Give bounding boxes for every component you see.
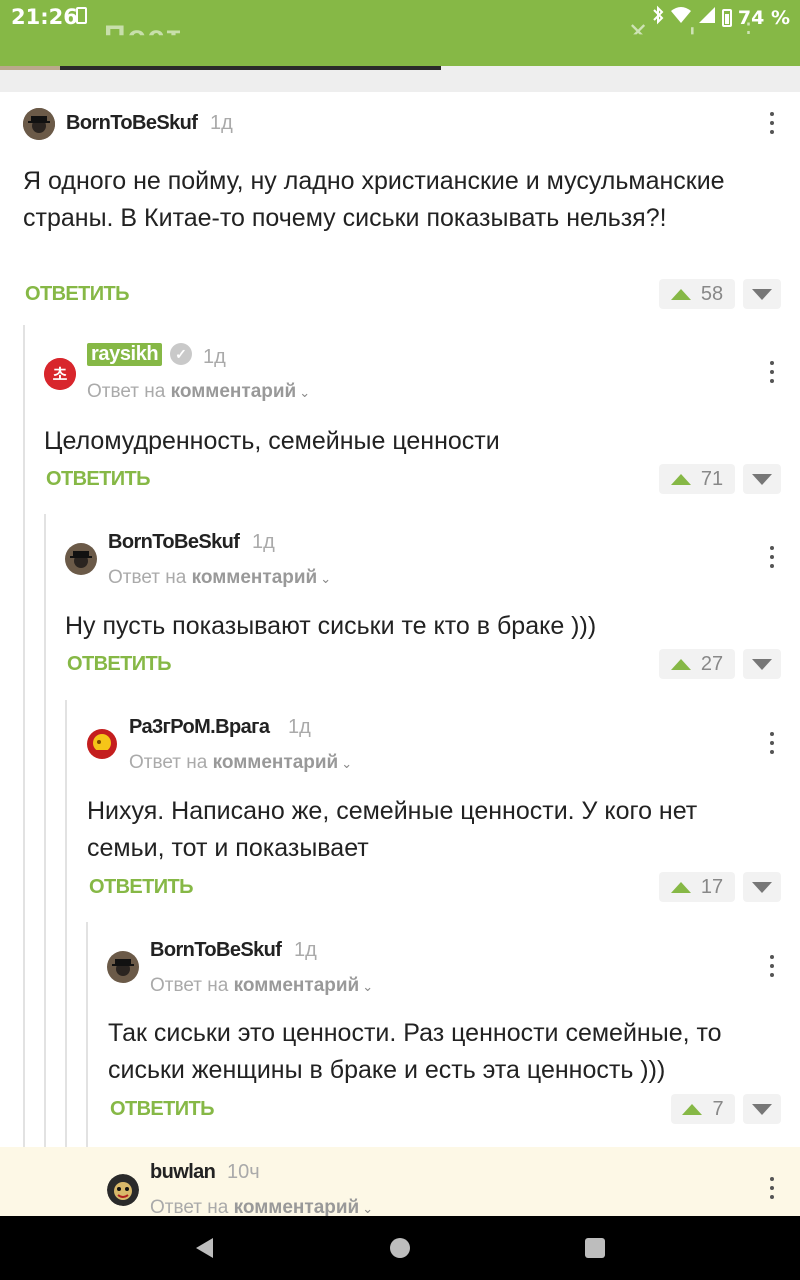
avatar[interactable] bbox=[86, 728, 118, 760]
avatar[interactable] bbox=[65, 543, 97, 575]
comment-text: Нихуя. Написано же, семейные ценности. У… bbox=[87, 797, 698, 862]
verified-icon: ✓ bbox=[170, 343, 192, 365]
more-options-icon[interactable] bbox=[769, 732, 775, 754]
upvote-button[interactable]: 71 bbox=[659, 464, 735, 494]
reply-to-link[interactable]: Ответ на комментарий ⌄ bbox=[108, 567, 331, 589]
downvote-button[interactable] bbox=[743, 872, 781, 902]
navigation-bar bbox=[0, 1216, 800, 1280]
back-icon[interactable] bbox=[196, 1238, 213, 1258]
close-icon[interactable]: ✕ bbox=[628, 18, 648, 34]
downvote-icon bbox=[752, 288, 772, 300]
more-options-icon[interactable] bbox=[769, 546, 775, 568]
app-bar-title: Пост bbox=[104, 20, 183, 53]
thread-line bbox=[23, 325, 25, 1225]
comment-username[interactable]: BornToBeSkuf bbox=[66, 112, 198, 135]
reply-button[interactable]: ОТВЕТИТЬ bbox=[25, 283, 130, 306]
chevron-down-icon: ⌄ bbox=[362, 979, 374, 994]
comment-username[interactable]: BornToBeSkuf bbox=[108, 531, 240, 554]
avatar[interactable] bbox=[107, 951, 139, 983]
vote-count: 58 bbox=[700, 282, 724, 305]
bluetooth-icon bbox=[652, 5, 664, 31]
upvote-icon bbox=[682, 1103, 703, 1115]
downvote-button[interactable] bbox=[743, 279, 781, 309]
status-bar: 21:26 Пост ✕ ⭳ ⋮ 74 % bbox=[0, 0, 800, 66]
more-options-icon[interactable] bbox=[769, 112, 775, 134]
vote-count: 7 bbox=[712, 1097, 724, 1120]
reply-button[interactable]: ОТВЕТИТЬ bbox=[89, 876, 194, 899]
comment-text: Я одного не пойму, ну ладно христианские… bbox=[23, 167, 725, 232]
comment-text: Так сиськи это ценности. Раз ценности се… bbox=[108, 1019, 722, 1084]
downvote-button[interactable] bbox=[743, 1094, 781, 1124]
comment-time: 1д bbox=[210, 112, 233, 134]
more-options-icon[interactable] bbox=[769, 361, 775, 383]
sim-icon bbox=[76, 7, 87, 24]
downvote-button[interactable] bbox=[743, 464, 781, 494]
post-image-strip bbox=[0, 66, 800, 92]
more-options-icon[interactable] bbox=[769, 955, 775, 977]
reply-button[interactable]: ОТВЕТИТЬ bbox=[67, 653, 172, 676]
status-time: 21:26 bbox=[11, 5, 78, 29]
chevron-down-icon: ⌄ bbox=[320, 571, 332, 586]
recent-apps-icon[interactable] bbox=[585, 1238, 605, 1258]
wifi-icon bbox=[670, 6, 692, 30]
reply-button[interactable]: ОТВЕТИТЬ bbox=[46, 468, 151, 491]
avatar[interactable]: 초 bbox=[44, 358, 76, 390]
vote-count: 17 bbox=[700, 875, 724, 898]
reply-button[interactable]: ОТВЕТИТЬ bbox=[110, 1098, 215, 1121]
downvote-icon bbox=[752, 1103, 772, 1115]
comment-text: Ну пусть показывают сиськи те кто в брак… bbox=[65, 612, 597, 640]
avatar[interactable] bbox=[23, 108, 55, 140]
comment-username[interactable]: raysikh bbox=[87, 343, 163, 366]
reply-to-link[interactable]: Ответ на комментарий ⌄ bbox=[150, 975, 373, 997]
thread-line bbox=[44, 514, 46, 1225]
chevron-down-icon: ⌄ bbox=[362, 1201, 374, 1216]
vote-count: 71 bbox=[700, 467, 724, 490]
reply-to-link[interactable]: Ответ на комментарий ⌄ bbox=[87, 381, 310, 403]
signal-icon bbox=[698, 6, 716, 30]
home-icon[interactable] bbox=[390, 1238, 410, 1258]
upvote-button[interactable]: 58 bbox=[659, 279, 735, 309]
downvote-button[interactable] bbox=[743, 649, 781, 679]
chevron-down-icon: ⌄ bbox=[341, 756, 353, 771]
avatar[interactable] bbox=[107, 1174, 139, 1206]
svg-text:초: 초 bbox=[53, 365, 68, 384]
chevron-down-icon: ⌄ bbox=[299, 385, 311, 400]
battery-percent: 74 % bbox=[737, 7, 790, 29]
status-icons: 74 % bbox=[652, 5, 790, 31]
reply-to-link[interactable]: Ответ на комментарий ⌄ bbox=[129, 752, 352, 774]
comment-time: 1д bbox=[252, 531, 275, 553]
upvote-icon bbox=[670, 473, 691, 485]
upvote-icon bbox=[670, 881, 691, 893]
upvote-icon bbox=[670, 288, 691, 300]
upvote-button[interactable]: 7 bbox=[671, 1094, 735, 1124]
vote-count: 27 bbox=[700, 652, 724, 675]
upvote-button[interactable]: 27 bbox=[659, 649, 735, 679]
more-options-icon[interactable] bbox=[769, 1177, 775, 1199]
comment-username[interactable]: BornToBeSkuf bbox=[150, 939, 282, 962]
comment-username[interactable]: Ра3гРоМ.Врага bbox=[129, 716, 270, 739]
upvote-button[interactable]: 17 bbox=[659, 872, 735, 902]
comment-time: 1д bbox=[294, 939, 317, 961]
downvote-icon bbox=[752, 658, 772, 670]
comment-text: Целомудренность, семейные ценности bbox=[44, 427, 500, 455]
comment-time: 1д bbox=[288, 716, 311, 738]
battery-icon bbox=[721, 9, 732, 27]
comment-time: 10ч bbox=[227, 1161, 260, 1183]
upvote-icon bbox=[670, 658, 691, 670]
comment-time: 1д bbox=[203, 346, 226, 368]
comment-username[interactable]: buwlan bbox=[150, 1161, 216, 1184]
downvote-icon bbox=[752, 473, 772, 485]
downvote-icon bbox=[752, 881, 772, 893]
